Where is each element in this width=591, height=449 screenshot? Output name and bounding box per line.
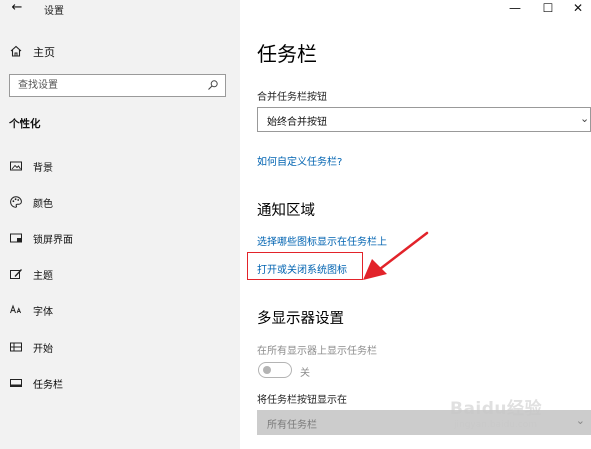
lock-screen-icon [10, 233, 22, 243]
taskbar-icon [10, 379, 22, 387]
app-title: 设置 [44, 6, 64, 17]
notification-area-title: 通知区域 [257, 203, 315, 219]
nav-item-background[interactable]: 背景 [0, 153, 240, 179]
nav-home-label: 主页 [33, 46, 55, 59]
nav-item-label: 颜色 [33, 199, 53, 210]
customize-taskbar-link[interactable]: 如何自定义任务栏? [257, 153, 342, 168]
home-icon [10, 45, 22, 57]
maximize-button[interactable]: ☐ [533, 0, 563, 18]
search-input[interactable] [10, 75, 200, 96]
toggle-state-label: 关 [300, 368, 310, 379]
nav-item-lock-screen[interactable]: 锁屏界面 [0, 225, 240, 251]
nav-item-label: 字体 [33, 307, 53, 318]
page-title: 任务栏 [257, 42, 317, 66]
nav-item-label: 开始 [33, 344, 53, 355]
toggle-knob [263, 366, 271, 374]
nav-item-label: 背景 [33, 163, 53, 174]
nav-home[interactable]: 主页 [0, 38, 240, 64]
watermark-url: jingyan.baidu.com [454, 420, 538, 430]
show-taskbar-all-displays-label: 在所有显示器上显示任务栏 [257, 346, 377, 357]
nav-item-label: 锁屏界面 [33, 235, 73, 246]
nav-item-label: 主题 [33, 271, 53, 282]
combine-buttons-value: 始终合并按钮 [267, 117, 327, 128]
red-arrow-annotation [363, 231, 429, 280]
nav-item-colors[interactable]: 颜色 [0, 189, 240, 215]
combine-buttons-label: 合并任务栏按钮 [257, 92, 327, 103]
font-icon [10, 304, 22, 314]
nav-item-taskbar[interactable]: 任务栏 [0, 370, 240, 396]
nav-item-label: 任务栏 [33, 380, 63, 391]
nav-item-fonts[interactable]: 字体 [0, 297, 240, 323]
nav-item-themes[interactable]: 主题 [0, 261, 240, 287]
theme-icon [10, 269, 22, 279]
close-button[interactable]: ✕ [565, 0, 591, 18]
watermark-logo-text: Baidu经验 [450, 399, 543, 419]
palette-icon [10, 196, 22, 208]
show-buttons-label: 将任务栏按钮显示在 [257, 395, 347, 406]
search-icon[interactable] [207, 79, 219, 91]
combine-buttons-dropdown[interactable]: 始终合并按钮 ⌄ [257, 107, 591, 132]
settings-nav-pane: ← 设置 主页 个性化 背景 颜色 [0, 0, 240, 449]
search-box[interactable] [9, 74, 226, 97]
back-icon[interactable]: ← [6, 0, 28, 18]
baidu-watermark: Baidu经验 jingyan.baidu.com [450, 394, 580, 444]
show-taskbar-toggle[interactable] [258, 362, 292, 378]
section-header-personalization: 个性化 [9, 118, 41, 130]
chevron-down-icon: ⌄ [580, 112, 590, 125]
nav-item-start[interactable]: 开始 [0, 334, 240, 360]
show-buttons-value: 所有任务栏 [267, 420, 317, 431]
highlight-box [247, 252, 363, 280]
multi-display-title: 多显示器设置 [257, 311, 344, 327]
picture-icon [10, 161, 22, 171]
start-icon [10, 342, 22, 352]
minimize-button[interactable]: — [500, 0, 530, 18]
